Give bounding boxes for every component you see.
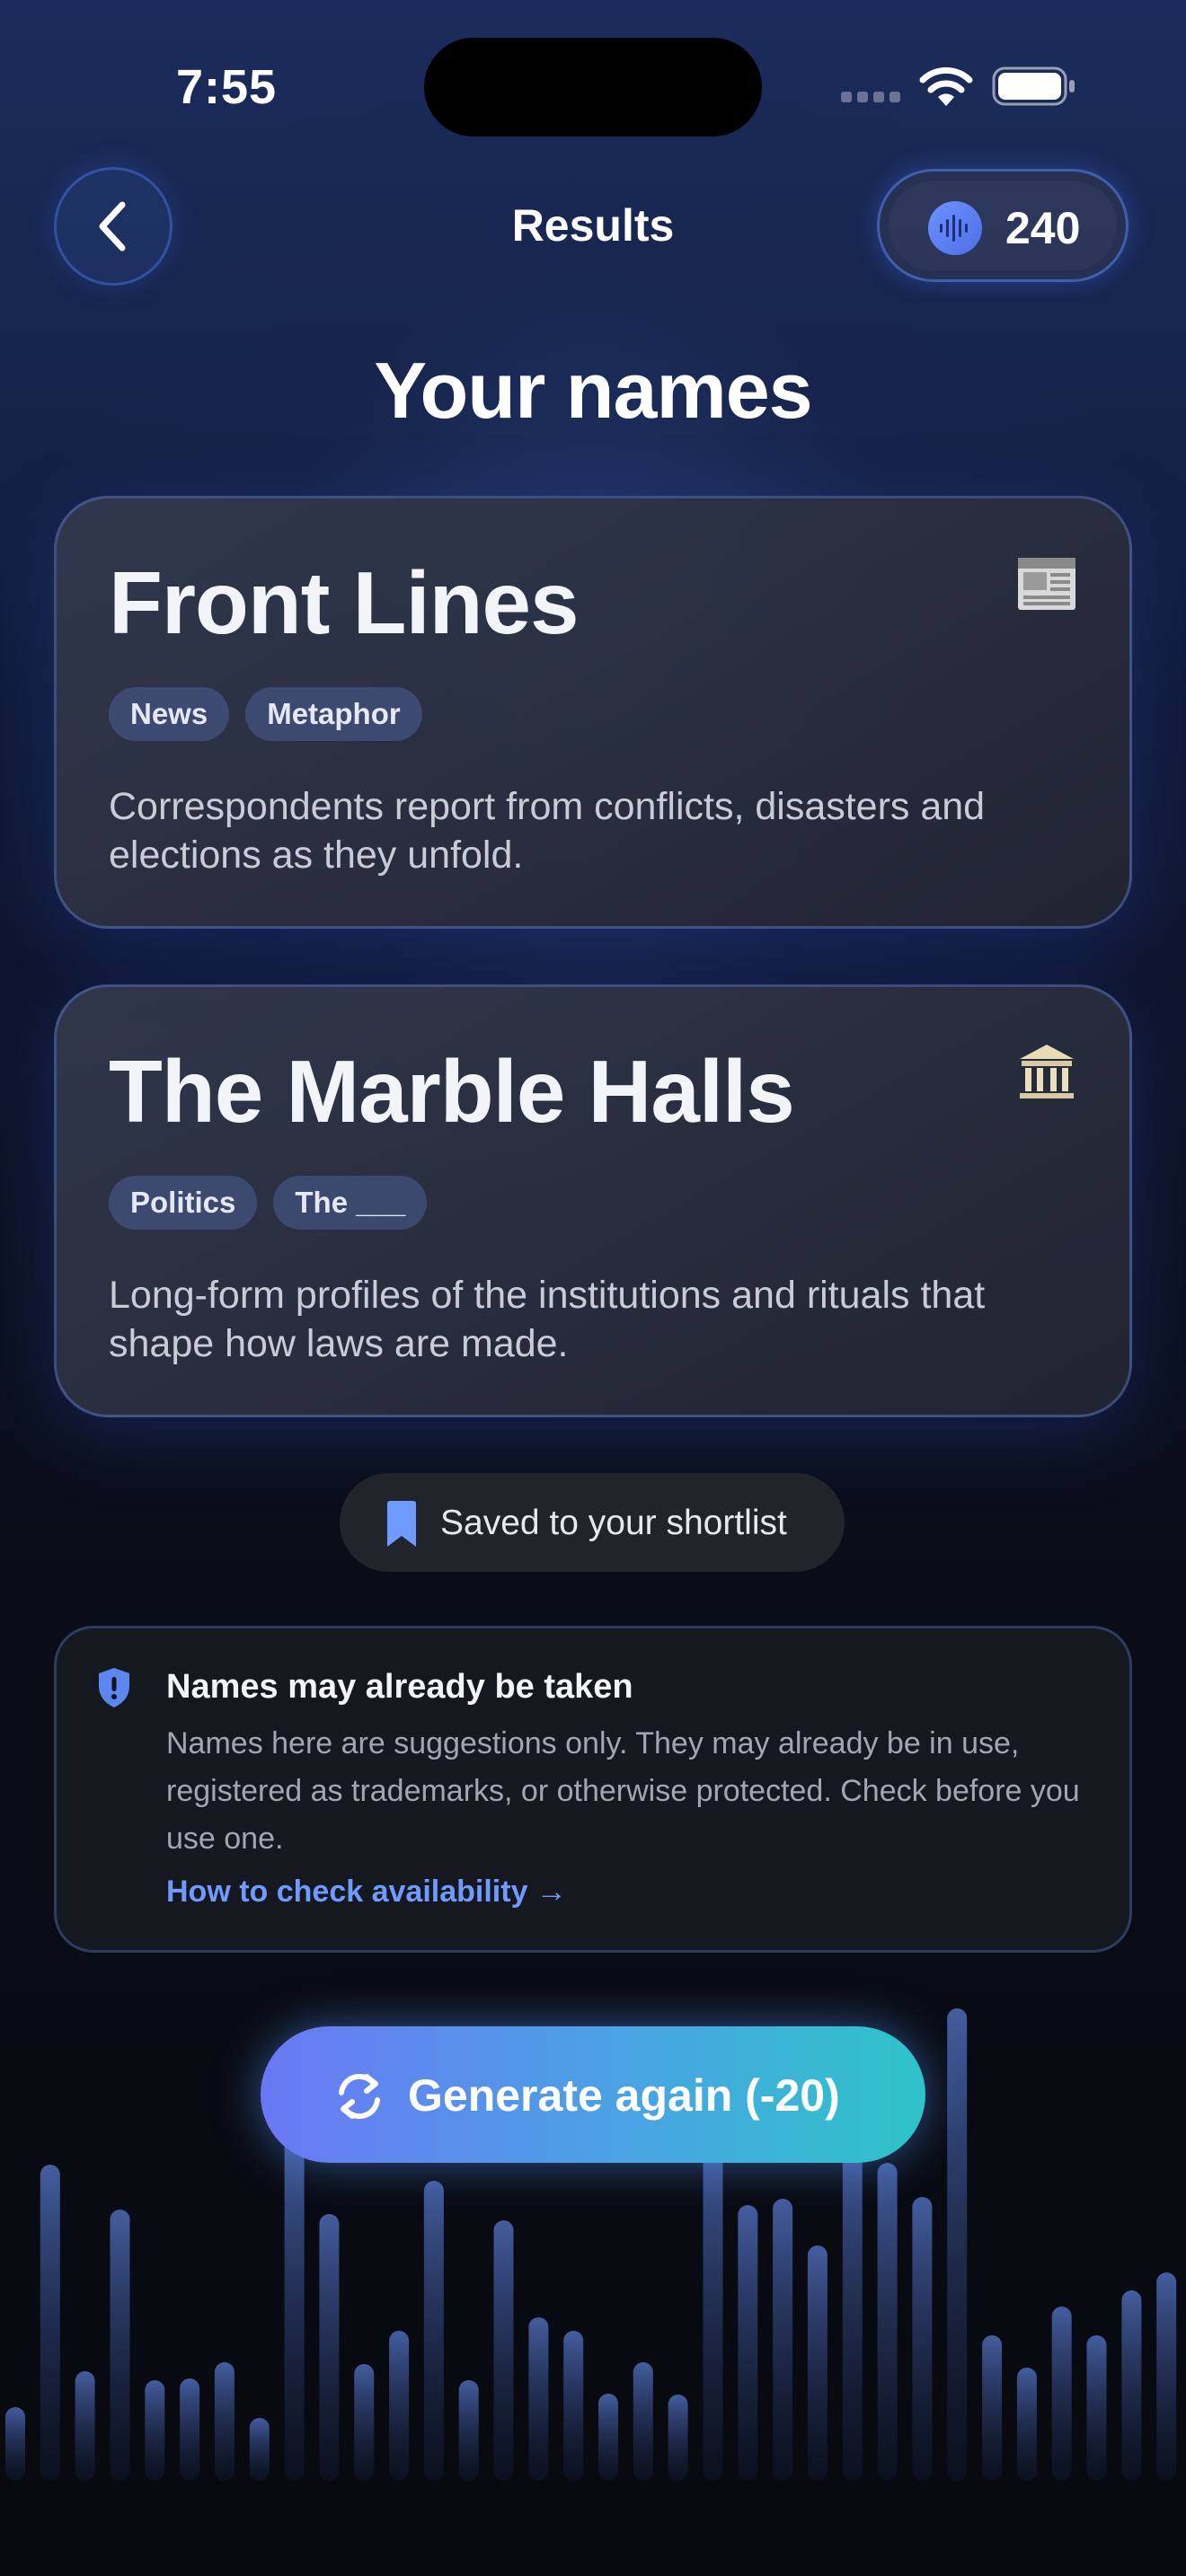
tag: News bbox=[109, 687, 230, 741]
availability-warning: Names may already be taken Names here ar… bbox=[54, 1626, 1132, 1953]
toast-text: Saved to your shortlist bbox=[440, 1504, 787, 1542]
waveform-bar bbox=[319, 2214, 340, 2481]
waveform-bar bbox=[1121, 2290, 1142, 2481]
status-time: 7:55 bbox=[176, 60, 278, 114]
waveform-bar bbox=[842, 2138, 863, 2481]
waveform-bar bbox=[458, 2380, 479, 2481]
waveform-bar bbox=[563, 2331, 584, 2481]
waveform-bar bbox=[249, 2418, 270, 2481]
waveform-bar bbox=[389, 2331, 410, 2481]
waveform-bar bbox=[110, 2210, 130, 2481]
waveform-bar bbox=[738, 2205, 758, 2481]
waveform-bar bbox=[633, 2362, 653, 2481]
waveform-bar bbox=[528, 2317, 549, 2481]
waveform-bar bbox=[40, 2165, 60, 2481]
waveform-bar bbox=[598, 2394, 618, 2481]
warning-title: Names may already be taken bbox=[166, 1668, 633, 1706]
waveform-bar bbox=[284, 2138, 305, 2481]
name-card-description: Correspondents report from conflicts, di… bbox=[109, 785, 986, 877]
waveform-bar bbox=[877, 2163, 898, 2481]
cellular-signal-icon bbox=[841, 92, 902, 104]
name-card[interactable]: The Marble Halls Politics The ___ Long-f… bbox=[54, 984, 1132, 1417]
classical-building-icon bbox=[1020, 1045, 1074, 1098]
tag: Politics bbox=[109, 1176, 258, 1230]
generate-again-button[interactable]: Generate again (-20) bbox=[261, 2026, 925, 2163]
name-card[interactable]: Front Lines News Metaphor Correspondents… bbox=[54, 496, 1132, 929]
newspaper-icon bbox=[1018, 558, 1075, 610]
saved-toast: Saved to your shortlist bbox=[340, 1473, 845, 1572]
name-card-title: Front Lines bbox=[109, 553, 580, 652]
waveform-bar bbox=[1086, 2335, 1107, 2481]
credits-count: 240 bbox=[1005, 203, 1081, 253]
refresh-icon bbox=[339, 2073, 380, 2120]
waveform-bar bbox=[668, 2395, 688, 2481]
credits-button[interactable]: 240 bbox=[877, 169, 1128, 282]
tag: Metaphor bbox=[245, 687, 422, 741]
bookmark-icon bbox=[387, 1501, 416, 1547]
wifi-icon bbox=[919, 66, 973, 106]
name-card-title: The Marble Halls bbox=[109, 1042, 795, 1141]
waveform-bar bbox=[423, 2181, 444, 2481]
waveform-bar bbox=[1156, 2272, 1177, 2481]
waveform-bar bbox=[947, 2008, 968, 2481]
waveform-bar bbox=[1051, 2307, 1072, 2481]
generate-label: Generate again (-20) bbox=[408, 2070, 840, 2121]
waveform-bar bbox=[214, 2362, 235, 2481]
waveform-bar bbox=[493, 2220, 514, 2481]
waveform-bar bbox=[180, 2378, 200, 2481]
waveform-bar bbox=[75, 2371, 95, 2481]
waveform-bar bbox=[703, 2139, 723, 2481]
shield-alert-icon bbox=[99, 1668, 129, 1707]
waveform-bar bbox=[145, 2380, 165, 2481]
waveform-bar bbox=[982, 2335, 1003, 2481]
waveform-bar bbox=[773, 2199, 793, 2481]
waveform-bar bbox=[5, 2407, 25, 2481]
battery-icon bbox=[992, 66, 1075, 106]
name-card-description: Long-form profiles of the institutions a… bbox=[109, 1274, 986, 1365]
dynamic-island bbox=[424, 38, 762, 137]
tag: The ___ bbox=[273, 1176, 428, 1230]
waveform-bar bbox=[1016, 2368, 1037, 2481]
check-availability-link[interactable]: How to check availability → bbox=[166, 1875, 567, 1910]
waveform-bar bbox=[912, 2197, 933, 2481]
waveform-bar bbox=[807, 2245, 828, 2481]
page-title: Your names bbox=[374, 346, 812, 435]
soundwave-icon bbox=[928, 201, 982, 255]
waveform-bar bbox=[354, 2364, 375, 2481]
warning-body: Names here are suggestions only. They ma… bbox=[166, 1726, 1080, 1856]
